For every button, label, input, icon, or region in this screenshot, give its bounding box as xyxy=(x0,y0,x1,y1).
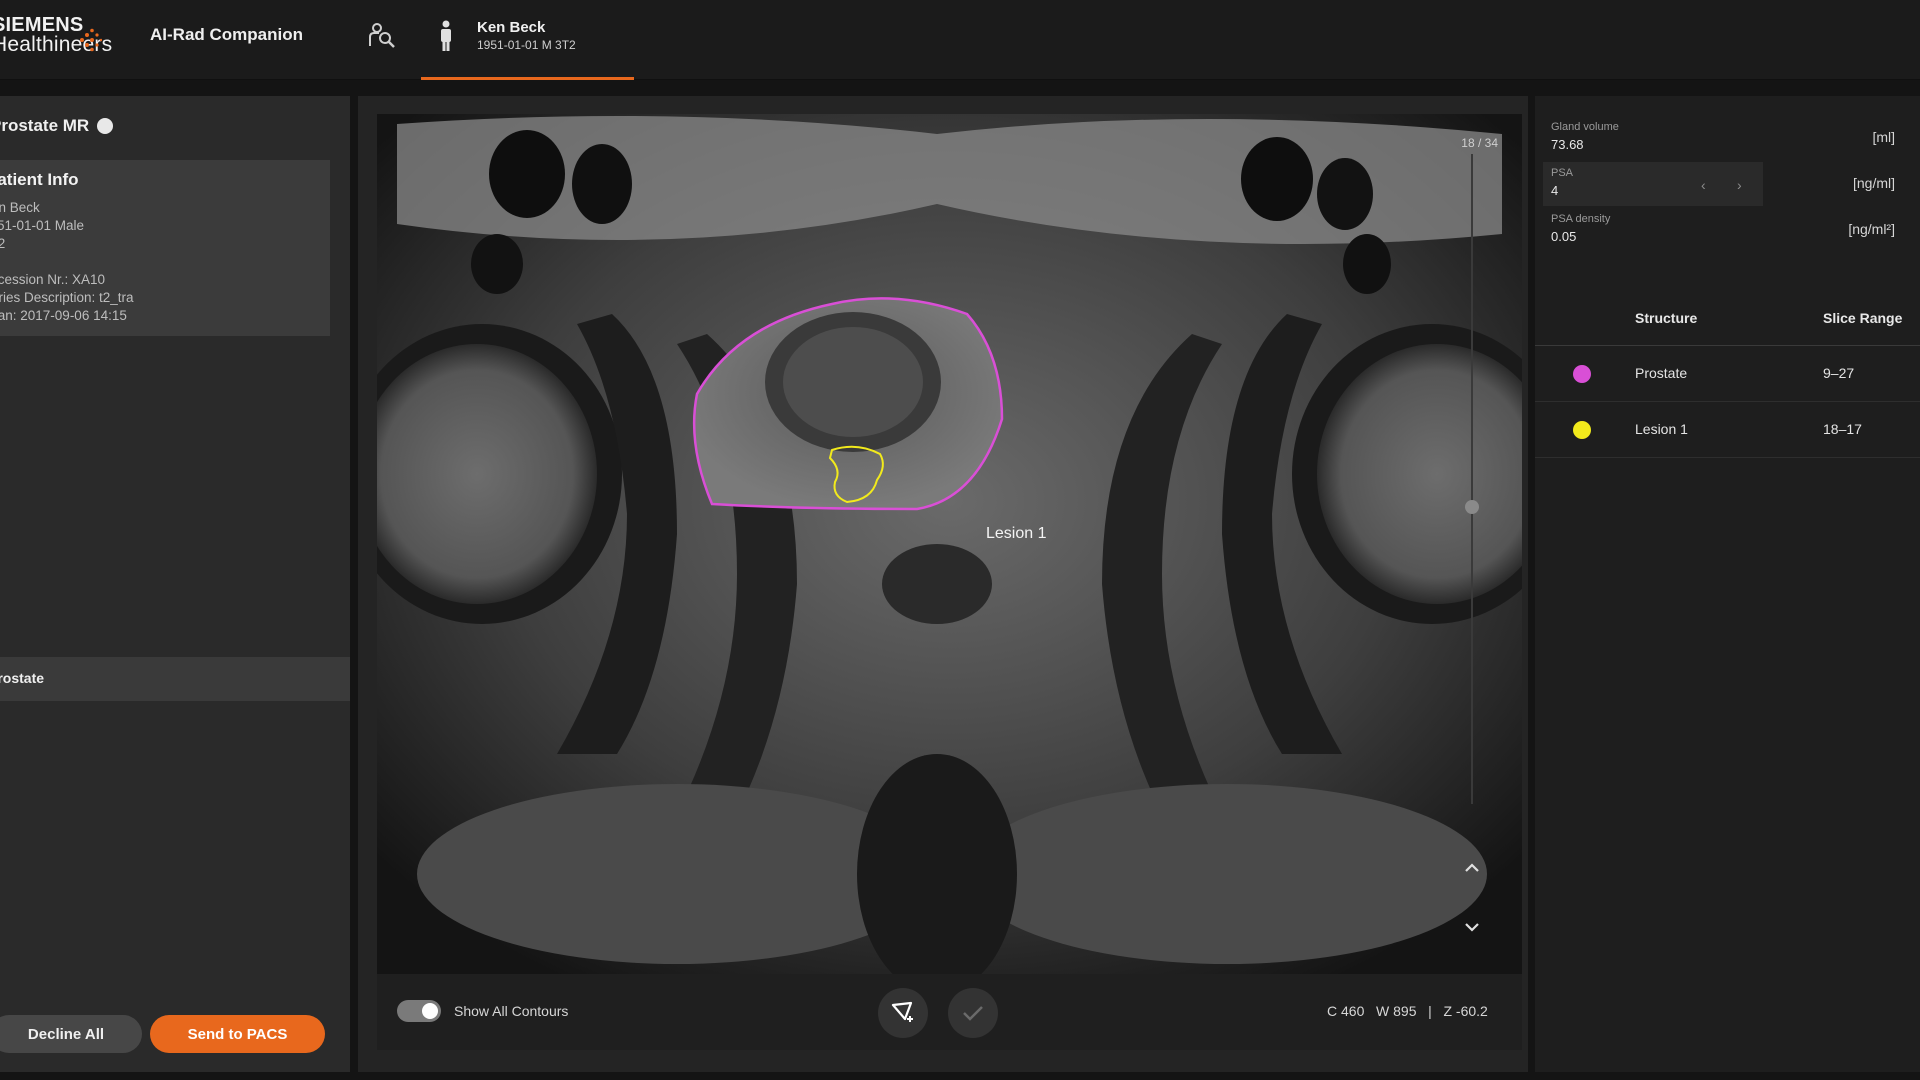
structure-row-label: Prostate xyxy=(0,670,45,686)
patient-info-title: Patient Info xyxy=(0,170,79,189)
top-bar: SIEMENS Healthineers AI-Rad Companion Ke… xyxy=(0,0,1920,80)
slice-range: 9–27 xyxy=(1823,365,1855,381)
show-all-contours-toggle[interactable] xyxy=(397,1000,441,1022)
psa-label: PSA xyxy=(1551,167,1574,179)
chevron-up-icon[interactable] xyxy=(1460,858,1484,878)
psa-density-value: 0.05 xyxy=(1551,229,1577,244)
window-level-readout: C 460 W 895 | Z -60.2 xyxy=(1327,1003,1488,1019)
logo-dots-icon xyxy=(80,28,102,52)
app-title: AI-Rad Companion xyxy=(150,25,303,44)
edit-contour-button[interactable] xyxy=(878,988,928,1038)
mri-image xyxy=(377,114,1522,974)
structure-name: Prostate xyxy=(1635,365,1688,381)
col-slice-range: Slice Range xyxy=(1823,310,1903,326)
slice-scroll-thumb[interactable] xyxy=(1465,500,1479,514)
patient-info-series: Series Description: t2_tra xyxy=(0,290,134,305)
window-width: W 895 xyxy=(1376,1003,1417,1019)
info-icon[interactable] xyxy=(97,118,113,134)
patient-info-scan: Scan: 2017-09-06 14:15 xyxy=(0,308,127,323)
col-structure: Structure xyxy=(1635,310,1698,326)
patient-info-birth-sex: 1951-01-01 Male xyxy=(0,218,85,233)
window-center: C 460 xyxy=(1327,1003,1365,1019)
slice-number: 18 / 34 xyxy=(1461,136,1498,150)
siemens-healthineers-logo: SIEMENS Healthineers xyxy=(0,14,112,60)
patient-meta: 1951-01-01 M 3T2 xyxy=(477,38,576,52)
structure-name: Lesion 1 xyxy=(1635,421,1688,437)
chevron-down-icon[interactable] xyxy=(1460,917,1484,937)
patient-info-card: Patient Info Ken Beck 1951-01-01 Male 3T… xyxy=(0,160,330,336)
structure-row-prostate[interactable]: Prostate xyxy=(0,657,350,701)
show-all-contours-label: Show All Contours xyxy=(454,1003,569,1019)
gland-volume-label: Gland volume xyxy=(1551,121,1619,133)
decline-all-button[interactable]: Decline All xyxy=(0,1015,142,1053)
patient-tab[interactable]: Ken Beck 1951-01-01 M 3T2 xyxy=(421,0,634,80)
viewer-toolbar: Show All Contours C 460 W 895 | Z -60.2 xyxy=(377,974,1522,1050)
patient-info-accession: Accession Nr.: XA10 xyxy=(0,272,106,287)
right-panel: Gland volume 73.68 [ml] PSA 4 ‹ › [ng/ml… xyxy=(1535,96,1920,1072)
patient-info-name: Ken Beck xyxy=(0,200,40,215)
chevron-left-icon[interactable]: ‹ xyxy=(1701,177,1713,193)
z-position: Z -60.2 xyxy=(1443,1003,1488,1019)
patient-search-icon[interactable] xyxy=(366,20,398,52)
gland-volume-unit: [ml] xyxy=(1872,129,1895,145)
psa-metric: PSA 4 ‹ › [ng/ml] xyxy=(1543,162,1895,206)
psa-input-field[interactable]: PSA 4 ‹ › xyxy=(1543,162,1763,206)
psa-density-label: PSA density xyxy=(1551,213,1611,225)
structure-table-header: Structure Slice Range xyxy=(1535,296,1920,346)
contour-edit-icon xyxy=(891,1001,913,1022)
table-row[interactable]: Prostate 9–27 xyxy=(1535,346,1920,402)
lesion-annotation-label: Lesion 1 xyxy=(986,525,1047,542)
panel-title: Prostate MR xyxy=(0,116,90,135)
patient-info-id: 3T2 xyxy=(0,236,6,251)
slice-range: 18–17 xyxy=(1823,421,1862,437)
mri-image-viewport[interactable]: 18 / 34 Lesion 1 xyxy=(377,114,1522,974)
lesion-color-dot xyxy=(1573,421,1591,439)
gland-volume-value: 73.68 xyxy=(1551,137,1584,152)
viewer-panel: 18 / 34 Lesion 1 Show All Contours C 460 xyxy=(358,96,1528,1072)
accept-button[interactable] xyxy=(948,988,998,1038)
prostate-color-dot xyxy=(1573,365,1591,383)
psa-value: 4 xyxy=(1551,183,1559,198)
checkmark-icon xyxy=(963,1006,983,1021)
patient-name: Ken Beck xyxy=(477,19,546,36)
psa-density-unit: [ng/ml²] xyxy=(1848,221,1895,237)
table-row[interactable]: Lesion 1 18–17 xyxy=(1535,402,1920,458)
psa-unit: [ng/ml] xyxy=(1852,175,1895,191)
psa-density-metric: PSA density 0.05 [ng/ml²] xyxy=(1543,208,1895,252)
send-to-pacs-button[interactable]: Send to PACS xyxy=(150,1015,325,1053)
toggle-knob xyxy=(422,1003,438,1019)
left-panel: Prostate MR Patient Info Ken Beck 1951-0… xyxy=(0,96,350,1072)
gland-volume-metric: Gland volume 73.68 [ml] xyxy=(1543,116,1895,160)
person-icon xyxy=(441,20,451,51)
chevron-right-icon[interactable]: › xyxy=(1737,177,1749,193)
